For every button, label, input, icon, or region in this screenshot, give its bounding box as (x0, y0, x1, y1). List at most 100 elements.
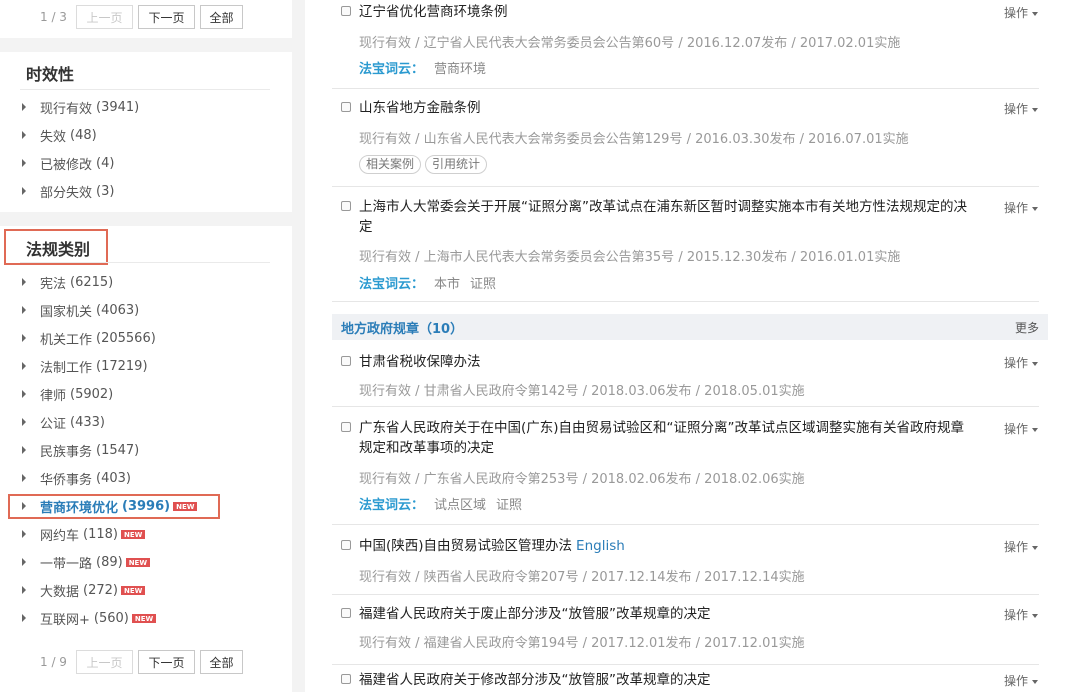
select-checkbox[interactable] (341, 540, 351, 550)
section-title[interactable]: 地方政府规章（10） (341, 318, 463, 337)
select-checkbox[interactable] (341, 608, 351, 618)
result-item: 甘肃省税收保障办法 操作 现行有效 / 甘肃省人民政府令第142号 / 2018.0… (332, 341, 1039, 407)
result-title-text: 上海市人大常委会关于开展“证照分离”改革试点在浦东新区暂时调整实施本市有关地方性… (359, 199, 967, 235)
prev-page-button[interactable]: 上一页 (76, 650, 133, 674)
prev-facet-panel: 1 / 3 上一页 下一页 全部 (0, 0, 292, 38)
select-checkbox[interactable] (341, 6, 351, 16)
facet-count: (1547) (96, 442, 140, 458)
facet-item[interactable]: 一带一路 (89) NEW (0, 548, 292, 576)
keyword-cloud-label: 法宝词云： (359, 277, 425, 292)
facet-count: (4) (96, 155, 115, 171)
operations-dropdown[interactable]: 操作 (1004, 538, 1039, 555)
section-header: 地方政府规章（10） 更多 (332, 314, 1048, 340)
highlight-box (8, 494, 220, 519)
caret-down-icon (1032, 11, 1039, 16)
facet-name: 华侨事务 (40, 472, 93, 488)
next-page-button[interactable]: 下一页 (138, 650, 195, 674)
select-checkbox[interactable] (341, 102, 351, 112)
operations-dropdown[interactable]: 操作 (1004, 606, 1039, 623)
triangle-right-icon (22, 278, 26, 286)
result-title-link[interactable]: 广东省人民政府关于在中国(广东)自由贸易试验区和“证照分离”改革试点区域调整实施… (359, 418, 969, 458)
operations-dropdown[interactable]: 操作 (1004, 672, 1039, 689)
caret-down-icon (1032, 206, 1039, 211)
validity-title: 时效性 (26, 65, 75, 84)
result-title-text: 福建省人民政府关于修改部分涉及“放管服”改革规章的决定 (359, 672, 711, 688)
related-chips: 相关案例 引用统计 (359, 155, 491, 174)
operations-label: 操作 (1004, 201, 1029, 215)
keyword-tag[interactable]: 本市 (434, 277, 460, 292)
result-title-link[interactable]: 甘肃省税收保障办法 (359, 352, 969, 372)
related-chip[interactable]: 相关案例 (359, 155, 422, 174)
new-badge: NEW (125, 557, 151, 567)
facet-item[interactable]: 互联网+ (560) NEW (0, 604, 292, 632)
left-sidebar: 1 / 3 上一页 下一页 全部 时效性 现行有效 (3941) 失效 (48) 已被修… (0, 0, 305, 692)
operations-label: 操作 (1004, 540, 1029, 554)
keyword-tag[interactable]: 证照 (496, 498, 522, 513)
facet-item[interactable]: 民族事务 (1547) (0, 436, 292, 464)
facet-item[interactable]: 大数据 (272) NEW (0, 576, 292, 604)
facet-item[interactable]: 公证 (433) (0, 408, 292, 436)
category-panel: 法规类别 宪法 (6215) 国家机关 (4063) 机关工作 (205566) 法制工作(… (0, 226, 292, 692)
facet-item[interactable]: 国家机关 (4063) (0, 296, 292, 324)
facet-count: (403) (96, 470, 131, 486)
result-item: 福建省人民政府关于修改部分涉及“放管服”改革规章的决定 操作 (332, 665, 1039, 692)
keyword-tag[interactable]: 证照 (470, 277, 496, 292)
result-title-link[interactable]: 中国(陕西)自由贸易试验区管理办法 English (359, 536, 969, 556)
keyword-cloud: 法宝词云： 试点区域 证照 (359, 494, 532, 513)
keyword-tag[interactable]: 试点区域 (434, 498, 486, 513)
facet-item[interactable]: 部分失效 (3) (0, 177, 292, 205)
triangle-right-icon (22, 474, 26, 482)
operations-dropdown[interactable]: 操作 (1004, 199, 1039, 216)
select-checkbox[interactable] (341, 674, 351, 684)
facet-item[interactable]: 已被修改 (4) (0, 149, 292, 177)
operations-dropdown[interactable]: 操作 (1004, 100, 1039, 117)
triangle-right-icon (22, 362, 26, 370)
result-item: 中国(陕西)自由贸易试验区管理办法 English 操作 现行有效 / 陕西省人民政府… (332, 525, 1039, 595)
facet-name: 民族事务 (40, 444, 93, 460)
keyword-cloud-label: 法宝词云： (359, 498, 425, 513)
facet-item[interactable]: 法制工作 (17219) (0, 352, 292, 380)
operations-dropdown[interactable]: 操作 (1004, 354, 1039, 371)
caret-down-icon (1032, 679, 1039, 684)
keyword-tag[interactable]: 营商环境 (434, 62, 486, 77)
triangle-right-icon (22, 103, 26, 111)
facet-name: 国家机关 (40, 304, 93, 320)
facet-item[interactable]: 华侨事务 (403) (0, 464, 292, 492)
all-button[interactable]: 全部 (200, 650, 243, 674)
result-title-link[interactable]: 辽宁省优化营商环境条例 (359, 2, 969, 22)
facet-count: (48) (70, 127, 97, 143)
result-title-text: 中国(陕西)自由贸易试验区管理办法 (359, 538, 573, 554)
more-link[interactable]: 更多 (1015, 319, 1039, 336)
facet-item[interactable]: 网约车 (118) NEW (0, 520, 292, 548)
result-meta: 现行有效 / 山东省人民代表大会常务委员会公告第129号 / 2016.03.3… (359, 132, 909, 147)
pager-count: 1 / 9 (40, 655, 67, 669)
prev-page-button[interactable]: 上一页 (76, 5, 133, 29)
facet-item[interactable]: 现行有效 (3941) (0, 93, 292, 121)
facet-item[interactable]: 律师 (5902) (0, 380, 292, 408)
result-title-link[interactable]: 福建省人民政府关于修改部分涉及“放管服”改革规章的决定 (359, 670, 969, 690)
next-page-button[interactable]: 下一页 (138, 5, 195, 29)
related-chip[interactable]: 引用统计 (425, 155, 488, 174)
facet-name: 互联网+ (40, 612, 90, 628)
select-checkbox[interactable] (341, 356, 351, 366)
result-title-link[interactable]: 上海市人大常委会关于开展“证照分离”改革试点在浦东新区暂时调整实施本市有关地方性… (359, 197, 969, 237)
facet-count: (205566) (96, 330, 156, 346)
facet-item[interactable]: 失效 (48) (0, 121, 292, 149)
result-title-text: 山东省地方金融条例 (359, 100, 481, 116)
facet-item[interactable]: 机关工作 (205566) (0, 324, 292, 352)
facet-count: (17219) (96, 358, 148, 374)
facet-item[interactable]: 宪法 (6215) (0, 268, 292, 296)
category-title: 法规类别 (26, 240, 91, 259)
facet-name: 机关工作 (40, 332, 93, 348)
result-title-link[interactable]: 山东省地方金融条例 (359, 98, 969, 118)
facet-name: 律师 (40, 388, 67, 404)
operations-dropdown[interactable]: 操作 (1004, 420, 1039, 437)
all-button[interactable]: 全部 (200, 5, 243, 29)
validity-list: 现行有效 (3941) 失效 (48) 已被修改 (4) 部分失效 (3) (0, 93, 292, 205)
select-checkbox[interactable] (341, 422, 351, 432)
english-link[interactable]: English (576, 538, 625, 554)
select-checkbox[interactable] (341, 201, 351, 211)
facet-name: 大数据 (40, 584, 80, 600)
result-title-link[interactable]: 福建省人民政府关于废止部分涉及“放管服”改革规章的决定 (359, 604, 969, 624)
operations-dropdown[interactable]: 操作 (1004, 4, 1039, 21)
